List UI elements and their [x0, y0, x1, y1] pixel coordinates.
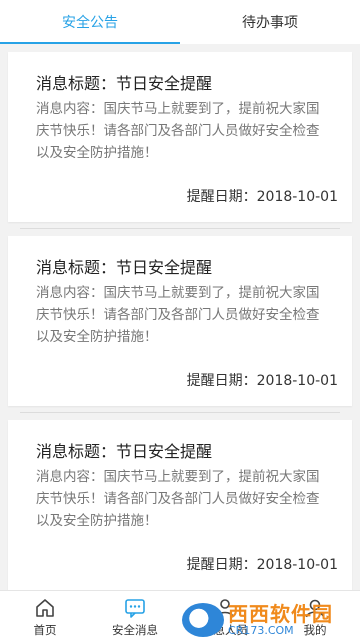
nav-item-emergency-staff[interactable]: 应急人员 [180, 591, 270, 640]
nav-label: 我的 [303, 623, 327, 637]
list-item[interactable]: 消息标题：节日安全提醒 消息内容：国庆节马上就要到了，提前祝大家国庆节快乐！请各… [8, 236, 352, 413]
bottom-nav: 首页 安全消息 应急人员 我的 [0, 590, 360, 640]
nav-label: 首页 [33, 623, 57, 637]
user-icon [304, 597, 326, 619]
message-content: 消息内容：国庆节马上就要到了，提前祝大家国庆节快乐！请各部门及各部门人员做好安全… [36, 285, 320, 345]
message-content: 消息内容：国庆节马上就要到了，提前祝大家国庆节快乐！请各部门及各部门人员做好安全… [36, 469, 320, 529]
list-item[interactable]: 消息标题：节日安全提醒 消息内容：国庆节马上就要到了，提前祝大家国庆节快乐！请各… [8, 420, 352, 590]
message-icon [124, 597, 146, 619]
message-content: 消息内容：国庆节马上就要到了，提前祝大家国庆节快乐！请各部门及各部门人员做好安全… [36, 101, 320, 161]
announcement-list[interactable]: 消息标题：节日安全提醒 消息内容：国庆节马上就要到了，提前祝大家国庆节快乐！请各… [0, 44, 360, 590]
reminder-date: 提醒日期：2018-10-01 [186, 557, 338, 573]
message-title: 消息标题：节日安全提醒 [36, 442, 213, 461]
reminder-date: 提醒日期：2018-10-01 [186, 373, 338, 389]
nav-item-safety-messages[interactable]: 安全消息 [90, 591, 180, 640]
nav-item-home[interactable]: 首页 [0, 591, 90, 640]
message-title: 消息标题：节日安全提醒 [36, 258, 213, 277]
tab-safety-announcement[interactable]: 安全公告 [0, 0, 180, 44]
person-icon [214, 597, 236, 619]
nav-label: 应急人员 [202, 623, 248, 637]
reminder-date: 提醒日期：2018-10-01 [186, 189, 338, 205]
home-icon [34, 597, 56, 619]
top-tab-bar: 安全公告 待办事项 [0, 0, 360, 44]
tab-label: 安全公告 [62, 15, 118, 31]
nav-label: 安全消息 [112, 623, 158, 637]
tab-label: 待办事项 [242, 15, 298, 31]
list-item[interactable]: 消息标题：节日安全提醒 消息内容：国庆节马上就要到了，提前祝大家国庆节快乐！请各… [8, 52, 352, 229]
message-title: 消息标题：节日安全提醒 [36, 74, 213, 93]
tab-todo[interactable]: 待办事项 [180, 0, 360, 44]
nav-item-mine[interactable]: 我的 [270, 591, 360, 640]
